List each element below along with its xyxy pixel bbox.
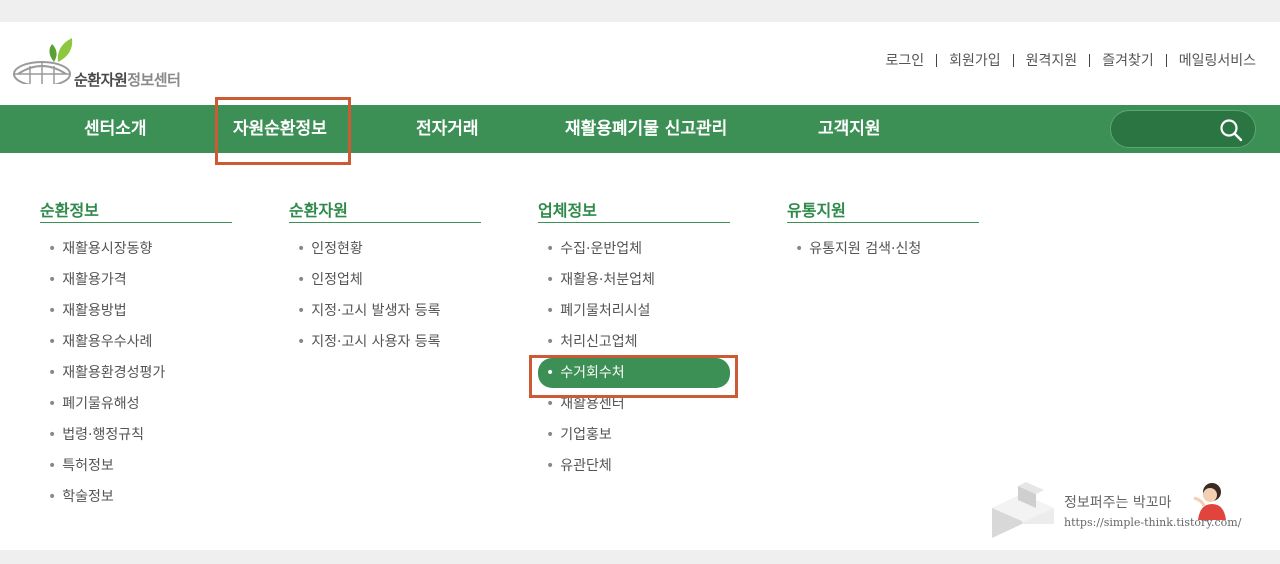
divider [1165, 53, 1167, 67]
menu-column-company-info: 업체정보 수집·운반업체 재활용·처분업체 폐기물처리시설 처리신고업체 수거회… [538, 197, 730, 487]
menu-item[interactable]: 재활용센터 [538, 394, 730, 425]
bottom-strip [0, 550, 1280, 564]
site-logo[interactable]: 순환자원정보센터 [12, 36, 202, 89]
menu-item[interactable]: 법령·행정규칙 [40, 425, 232, 456]
menu-item[interactable]: 수집·운반업체 [538, 239, 730, 270]
logo-text-main: 순환자원 [74, 71, 128, 89]
search-box[interactable] [1110, 110, 1256, 148]
menu-column-circulation-resource: 순환자원 인정현황 인정업체 지정·고시 발생자 등록 지정·고시 사용자 등록 [289, 197, 481, 363]
menu-column-distribution-support: 유통지원 유통지원 검색·신청 [787, 197, 979, 270]
menu-item[interactable]: 유통지원 검색·신청 [787, 239, 979, 270]
menu-item[interactable]: 폐기물처리시설 [538, 301, 730, 332]
avatar-icon [1193, 483, 1226, 520]
column-title: 유통지원 [787, 197, 979, 223]
menu-item[interactable]: 인정현황 [289, 239, 481, 270]
menu-item[interactable]: 유관단체 [538, 456, 730, 487]
menu-item[interactable]: 지정·고시 발생자 등록 [289, 301, 481, 332]
watermark: 정보퍼주는 박꼬마 https://simple-think.tistory.c… [992, 478, 1262, 548]
divider [936, 53, 938, 67]
nav-item-e-trade[interactable]: 전자거래 [416, 105, 479, 153]
logo-text-sub: 정보센터 [127, 71, 181, 89]
cube-logo-icon [992, 482, 1054, 538]
menu-item[interactable]: 재활용·처분업체 [538, 270, 730, 301]
divider [1089, 53, 1091, 67]
logo-text: 순환자원정보센터 [74, 69, 181, 90]
item-highlight-box [529, 355, 738, 398]
menu-item[interactable]: 재활용가격 [40, 270, 232, 301]
column-title: 순환자원 [289, 197, 481, 223]
search-icon[interactable] [1219, 118, 1243, 142]
nav-item-customer-support[interactable]: 고객지원 [818, 105, 881, 153]
column-title: 순환정보 [40, 197, 232, 223]
divider [1012, 53, 1014, 67]
page: 순환자원정보센터 로그인 회원가입 원격지원 즐겨찾기 메일링서비스 센터소개 … [0, 22, 1280, 550]
column-title: 업체정보 [538, 197, 730, 223]
watermark-title: 정보퍼주는 박꼬마 [1064, 495, 1172, 511]
menu-item[interactable]: 학술정보 [40, 487, 232, 518]
nav-highlight-box [215, 97, 351, 165]
remote-support-link[interactable]: 원격지원 [1026, 50, 1078, 70]
login-link[interactable]: 로그인 [885, 50, 924, 70]
signup-link[interactable]: 회원가입 [949, 50, 1001, 70]
menu-item[interactable]: 특허정보 [40, 456, 232, 487]
menu-item[interactable]: 폐기물유해성 [40, 394, 232, 425]
nav-item-waste-report[interactable]: 재활용폐기물 신고관리 [565, 105, 727, 153]
globe-leaf-icon [13, 38, 73, 84]
menu-item[interactable]: 인정업체 [289, 270, 481, 301]
bookmark-link[interactable]: 즐겨찾기 [1102, 50, 1154, 70]
menu-item[interactable]: 지정·고시 사용자 등록 [289, 332, 481, 363]
utility-links: 로그인 회원가입 원격지원 즐겨찾기 메일링서비스 [885, 50, 1256, 70]
menu-item[interactable]: 재활용환경성평가 [40, 363, 232, 394]
menu-column-circulation-info: 순환정보 재활용시장동향 재활용가격 재활용방법 재활용우수사례 재활용환경성평… [40, 197, 232, 518]
menu-item[interactable]: 기업홍보 [538, 425, 730, 456]
main-nav: 센터소개 자원순환정보 전자거래 재활용폐기물 신고관리 고객지원 [0, 105, 1280, 153]
menu-item[interactable]: 재활용시장동향 [40, 239, 232, 270]
menu-item[interactable]: 재활용우수사례 [40, 332, 232, 363]
menu-item[interactable]: 재활용방법 [40, 301, 232, 332]
top-strip [0, 0, 1280, 22]
nav-item-center-intro[interactable]: 센터소개 [84, 105, 147, 153]
mailing-service-link[interactable]: 메일링서비스 [1179, 50, 1256, 70]
